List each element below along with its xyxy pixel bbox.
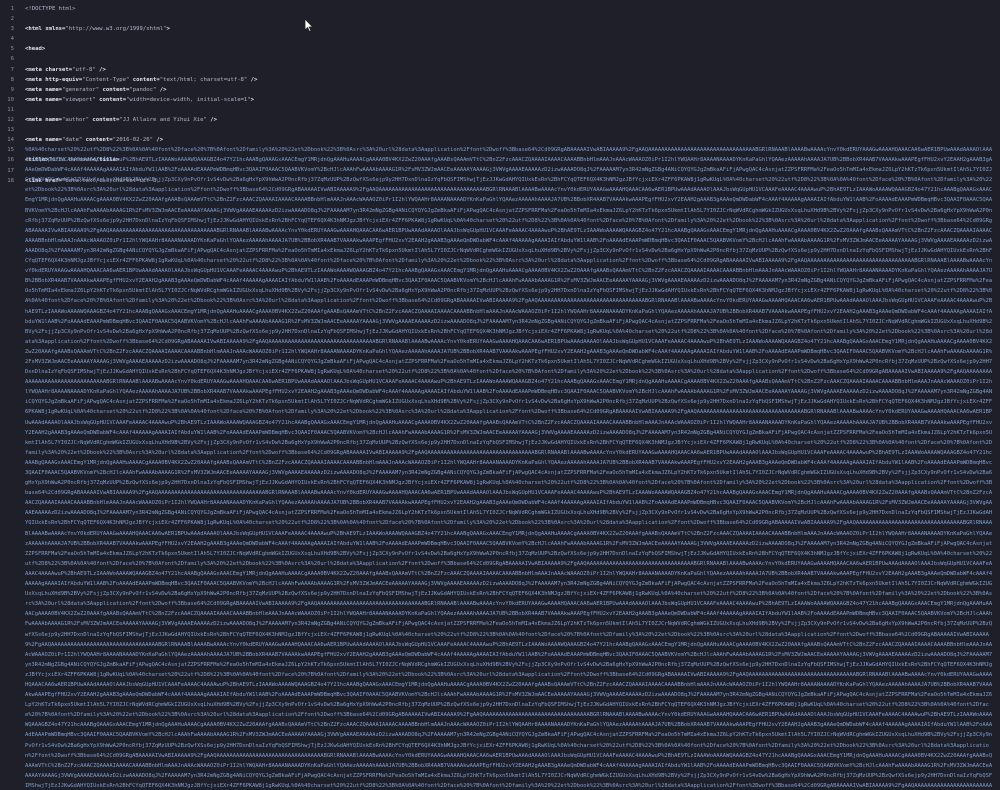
line-number: 14 [7,137,14,144]
line-number: 5 [10,46,14,53]
code-token: xmlns= [41,26,66,33]
code-line[interactable]: <meta name="date" content="2016-02-26" /… [25,135,996,145]
line-number: 8 [10,76,14,83]
code-token: "pandoc" [129,86,157,93]
code-token: "viewport" [62,96,96,103]
code-token: content= [95,96,127,103]
code-token: "utf-8" [72,66,96,73]
line-number: 1 [10,6,14,12]
code-token: "2016-02-26" [112,137,154,144]
code-token: /> [156,86,167,93]
code-token: /> [206,117,217,124]
code-line[interactable] [25,54,996,64]
code-token: <!DOCTYPE html> [25,6,76,12]
code-token: "JJ Allaire and Yihui Xie" [119,117,207,124]
line-number: 12 [7,117,14,124]
code-token: content= [99,86,130,93]
code-token: <html [25,26,42,33]
line-number: 7 [10,66,14,73]
code-line[interactable]: <meta http-equiv="Content-Type" content=… [25,75,996,85]
code-line[interactable]: <meta name="viewport" content="width=dev… [25,95,996,105]
code-token: > [166,26,170,33]
line-number: 2 [10,16,14,23]
code-token: > [250,96,255,103]
code-token: content= [129,76,160,83]
code-token: "date" [62,137,83,144]
code-token: "generator" [62,86,100,93]
code-line[interactable] [25,14,996,24]
code-token: http-equiv= [41,76,83,83]
line-number: 15 [7,147,14,154]
line-number: 13 [7,127,14,134]
code-token: <meta [25,137,42,144]
code-token: <meta [25,66,42,73]
line-number: 9 [10,86,14,93]
code-line[interactable]: <!DOCTYPE html> [25,4,996,14]
line-number: 6 [10,56,14,63]
code-token: /> [153,137,164,144]
line-number: 4 [10,36,14,43]
line-number: 17 [7,167,14,174]
code-token: name= [41,117,63,124]
code-line[interactable] [25,125,996,135]
code-line[interactable]: <html xmlns="http://www.w3.org/1999/xhtm… [25,24,996,34]
code-token: "text/html; charset=utf-8" [159,76,248,83]
code-line[interactable]: <head> [25,44,996,54]
line-number: 10 [7,96,14,103]
code-line[interactable] [25,34,996,44]
code-token: name= [41,137,63,144]
code-line[interactable]: <meta name="author" content="JJ Allaire … [25,115,996,125]
code-token: /> [247,76,258,83]
code-token: "Content-Type" [82,76,130,83]
source-code-editor[interactable]: 1 2 3 4 5 6 7 8 9 10 11 12 13 14 15 16 17 18 <!DOCTYPE ht… [0,0,1000,790]
code-line[interactable] [25,105,996,115]
line-number: 3 [10,26,14,33]
code-token: charset= [41,66,73,73]
code-token: content= [89,117,120,124]
code-token: name= [41,96,63,103]
code-token: /> [95,66,106,73]
line-number: 18 [7,177,14,184]
code-token: content= [82,137,113,144]
code-line[interactable]: <meta name="generator" content="pandoc" … [25,85,996,95]
line-number-gutter: 1 2 3 4 5 6 7 8 9 10 11 12 13 14 15 16 17 18 [0,4,18,186]
line-number: 11 [7,106,14,113]
base64-data-uri-text[interactable]: %0A%40charset%20%22utf%2D8%22%3B%0A%0A%4… [25,145,994,790]
code-token: <meta [25,96,42,103]
code-token: "http://www.w3.org/1999/xhtml" [65,26,167,33]
line-number: 16 [7,157,14,164]
code-token: <meta [25,76,42,83]
code-token: "width=device-width, initial-scale=1" [126,96,251,103]
code-token: <head> [25,46,46,53]
code-token: <meta [25,117,42,124]
code-token: <meta [25,86,42,93]
mouse-pointer-icon [304,18,314,32]
code-token: "author" [62,117,90,124]
code-token: name= [41,86,63,93]
code-line[interactable]: <meta charset="utf-8" /> [25,65,996,75]
